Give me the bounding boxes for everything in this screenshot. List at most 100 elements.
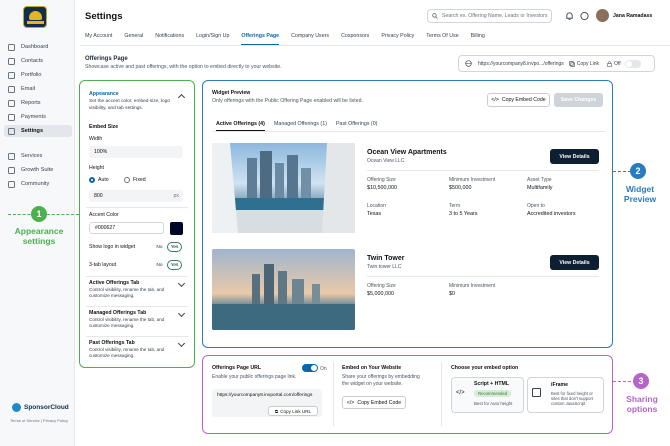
offering-company: Twin tower LLC (367, 264, 402, 270)
view-details-button[interactable]: View Details (550, 149, 599, 164)
sidebar-item-payments[interactable]: Payments (4, 111, 72, 123)
divider (86, 207, 188, 208)
public-url-bar: https://yourcompany8.invpo.../offerings … (458, 55, 655, 72)
tab-notifications[interactable]: Notifications (155, 33, 184, 45)
callout-line (613, 171, 631, 172)
tab-cosponsors[interactable]: Cosponsors (341, 33, 369, 45)
embed-size-label: Embed Size (89, 124, 119, 130)
iframe-icon (532, 388, 541, 397)
tab-billing[interactable]: Billing (471, 33, 485, 45)
copy-link-button[interactable]: Copy Link (569, 61, 599, 67)
bell-icon[interactable] (565, 11, 574, 21)
field-value: 3 to 5 Years (449, 211, 478, 217)
tab-my-account[interactable]: My Account (85, 33, 112, 45)
tab-offerings-page[interactable]: Offerings Page (241, 33, 280, 45)
choose-embed-title: Choose your embed option (451, 365, 519, 371)
services-icon (8, 152, 15, 160)
yes-option[interactable]: Yes (167, 260, 182, 270)
payments-icon (8, 113, 15, 121)
widget-subtitle: Only offerings with the Public Offering … (212, 98, 363, 104)
sidebar: Dashboard Contacts Portfolio Email Repor… (0, 0, 75, 446)
help-icon[interactable] (580, 11, 589, 21)
gear-icon (8, 127, 15, 135)
embed-section-title: Embed on Your Website (342, 365, 402, 371)
sidebar-item-reports[interactable]: Reports (4, 97, 72, 109)
divider (86, 276, 188, 277)
sidebar-item-dashboard[interactable]: Dashboard (4, 41, 72, 53)
tab-active-offerings[interactable]: Active Offerings (4) (216, 121, 265, 131)
company-logo[interactable] (23, 6, 47, 28)
height-auto-radio[interactable]: Auto (89, 177, 109, 183)
yes-option[interactable]: Yes (167, 242, 182, 252)
width-input[interactable]: 100% (89, 146, 183, 158)
height-fixed-radio[interactable]: Fixed (124, 177, 146, 183)
no-option[interactable]: No (152, 242, 167, 252)
off-toggle[interactable] (624, 59, 641, 68)
divider (86, 336, 188, 337)
sidebar-item-growth-suite[interactable]: Growth Suite (4, 164, 72, 176)
url-toggle-on[interactable] (302, 364, 318, 372)
sidebar-item-contacts[interactable]: Contacts (4, 55, 72, 67)
avatar[interactable] (596, 9, 609, 22)
accent-color-swatch[interactable] (170, 222, 183, 235)
sidebar-item-portfolio[interactable]: Portfolio (4, 69, 72, 81)
script-html-desc: Best for Auto height (474, 401, 513, 406)
no-option[interactable]: No (152, 260, 167, 270)
height-input[interactable]: 800 px (89, 190, 183, 202)
tab-company-users[interactable]: Company Users (291, 33, 329, 45)
copy-embed-code-button[interactable]: </> Copy Embed Code (487, 93, 550, 107)
width-label: Width (89, 136, 103, 142)
tab-layout-toggle[interactable]: No Yes (152, 260, 182, 270)
sidebar-item-services[interactable]: Services (4, 150, 72, 162)
field-value: $5,000,000 (367, 291, 394, 297)
copy-link-url-button[interactable]: ⧉ Copy Link URL (268, 406, 318, 416)
active-tab-title[interactable]: Active Offerings Tab (89, 280, 139, 286)
accent-color-input[interactable]: #000627 (89, 222, 164, 234)
search-input[interactable]: Search ex. Offering Name, Leads or Inves… (427, 9, 552, 23)
sidebar-item-settings[interactable]: Settings (4, 125, 72, 137)
field-label: Offering Size (367, 283, 396, 289)
widget-title: Widget Preview (212, 90, 251, 96)
callout-badge-2: 2 (630, 163, 646, 179)
tab-general[interactable]: General (124, 33, 143, 45)
radio-empty-icon (124, 177, 130, 183)
view-details-button[interactable]: View Details (550, 255, 599, 270)
email-icon (8, 85, 15, 93)
reports-icon (8, 99, 15, 107)
tab-terms-of-use[interactable]: Terms Of Use (426, 33, 458, 45)
user-name[interactable]: Jana Ramadass (613, 13, 652, 19)
tab-managed-offerings[interactable]: Managed Offerings (1) (274, 121, 327, 127)
past-tab-desc: Control visibility, rename the tab, and … (89, 347, 165, 358)
sidebar-item-community[interactable]: Community (4, 178, 72, 190)
divider (441, 362, 442, 426)
callout-line (613, 381, 631, 382)
tab-divider (80, 45, 670, 46)
save-changes-button[interactable]: Save Changes (554, 93, 603, 107)
tab-login-signup[interactable]: Login/Sign Up (196, 33, 229, 45)
copy-embed-code-button-2[interactable]: </> Copy Embed Code (342, 396, 406, 409)
offering-name[interactable]: Ocean View Apartments (367, 149, 447, 156)
copy-icon (569, 60, 575, 67)
height-label: Height (89, 165, 104, 171)
field-value: Texas (367, 211, 382, 217)
dashboard-icon (8, 43, 15, 51)
field-label: Location (367, 203, 386, 209)
page-toggle-off[interactable]: Off (607, 59, 641, 68)
contacts-icon (8, 57, 15, 65)
tab-privacy-policy[interactable]: Privacy Policy (381, 33, 414, 45)
past-tab-title[interactable]: Past Offerings Tab (89, 340, 135, 346)
accent-color-label: Accent Color (89, 212, 119, 218)
section-subtitle: Showcase active and past offerings, with… (85, 64, 282, 70)
managed-tab-title[interactable]: Managed Offerings Tab (89, 310, 146, 316)
offering-name[interactable]: Twin Tower (367, 255, 404, 262)
offering-photo[interactable] (212, 143, 355, 233)
show-logo-toggle[interactable]: No Yes (152, 242, 182, 252)
offering-photo[interactable] (212, 249, 355, 330)
offering-company: Ocean View LLC (367, 158, 405, 164)
portfolio-icon (8, 71, 15, 79)
url-section-title: Offerings Page URL (212, 365, 262, 371)
cloud-icon (12, 403, 21, 412)
footer-links[interactable]: Terms of Service | Privacy Policy (10, 418, 68, 423)
sidebar-item-email[interactable]: Email (4, 83, 72, 95)
tab-past-offerings[interactable]: Past Offerings (0) (336, 121, 377, 127)
